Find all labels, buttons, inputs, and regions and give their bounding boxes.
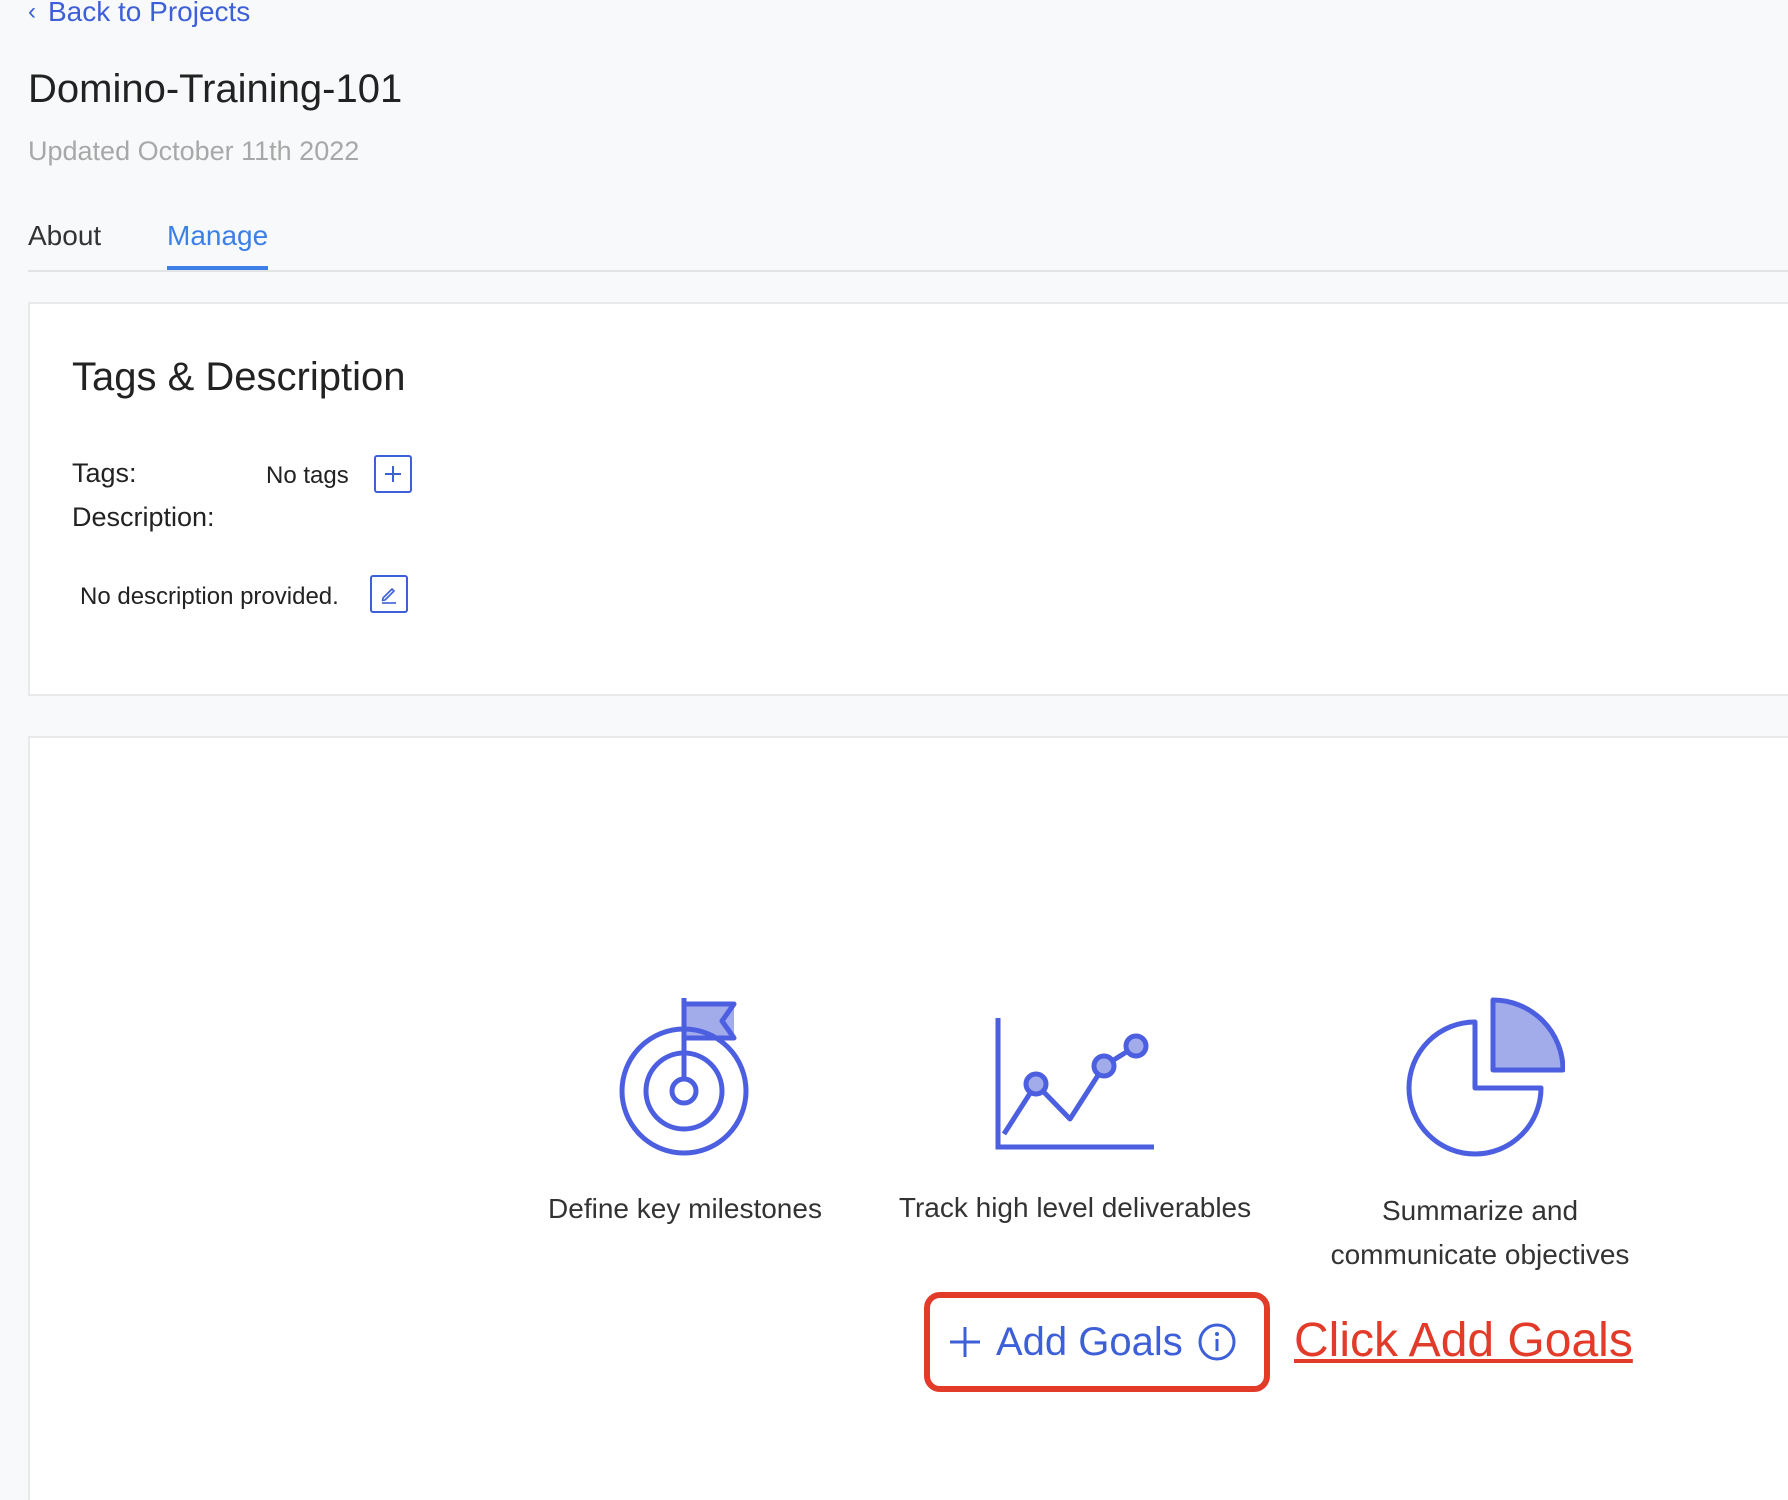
feature-objectives: Summarize and communicate objectives	[1320, 996, 1640, 1277]
tab-about[interactable]: About	[28, 218, 101, 254]
pencil-icon	[381, 588, 396, 604]
add-goals-button[interactable]: Add Goals	[948, 1316, 1237, 1368]
description-label: Description:	[72, 502, 215, 532]
plus-icon	[950, 1327, 980, 1357]
add-goals-label: Add Goals	[996, 1320, 1183, 1364]
feature-caption: Summarize and communicate objectives	[1330, 1195, 1630, 1270]
edit-description-button[interactable]	[370, 575, 408, 613]
tags-label: Tags:	[72, 458, 137, 488]
chevron-left-icon: ‹	[28, 0, 36, 25]
updated-date: Updated October 11th 2022	[28, 136, 360, 166]
card-title: Tags & Description	[72, 355, 406, 399]
pie-chart-icon	[1406, 997, 1565, 1157]
add-tag-button[interactable]	[374, 455, 412, 493]
feature-deliverables: Track high level deliverables	[890, 996, 1260, 1230]
line-chart-icon	[995, 1018, 1154, 1150]
feature-caption: Track high level deliverables	[898, 1192, 1252, 1223]
page-title: Domino-Training-101	[28, 67, 403, 111]
tab-bar: About Manage	[28, 214, 1788, 272]
plus-icon	[385, 466, 401, 482]
back-link-label: Back to Projects	[48, 0, 251, 27]
feature-milestones: Define key milestones	[540, 996, 830, 1231]
feature-caption: Define key milestones	[548, 1193, 822, 1224]
add-goals-highlight: Add Goals	[924, 1292, 1270, 1392]
tab-manage[interactable]: Manage	[167, 218, 269, 270]
target-flag-icon	[619, 998, 749, 1156]
description-value: No description provided.	[80, 583, 339, 610]
back-to-projects-link[interactable]: ‹ Back to Projects	[28, 0, 250, 30]
page: ‹ Back to Projects Domino-Training-101 U…	[0, 0, 1788, 1500]
tags-value: No tags	[266, 462, 349, 489]
annotation-text: Click Add Goals	[1294, 1314, 1633, 1367]
tags-description-card: Tags & Description Tags: No tags Descrip…	[28, 302, 1788, 696]
info-icon[interactable]	[1197, 1322, 1237, 1362]
